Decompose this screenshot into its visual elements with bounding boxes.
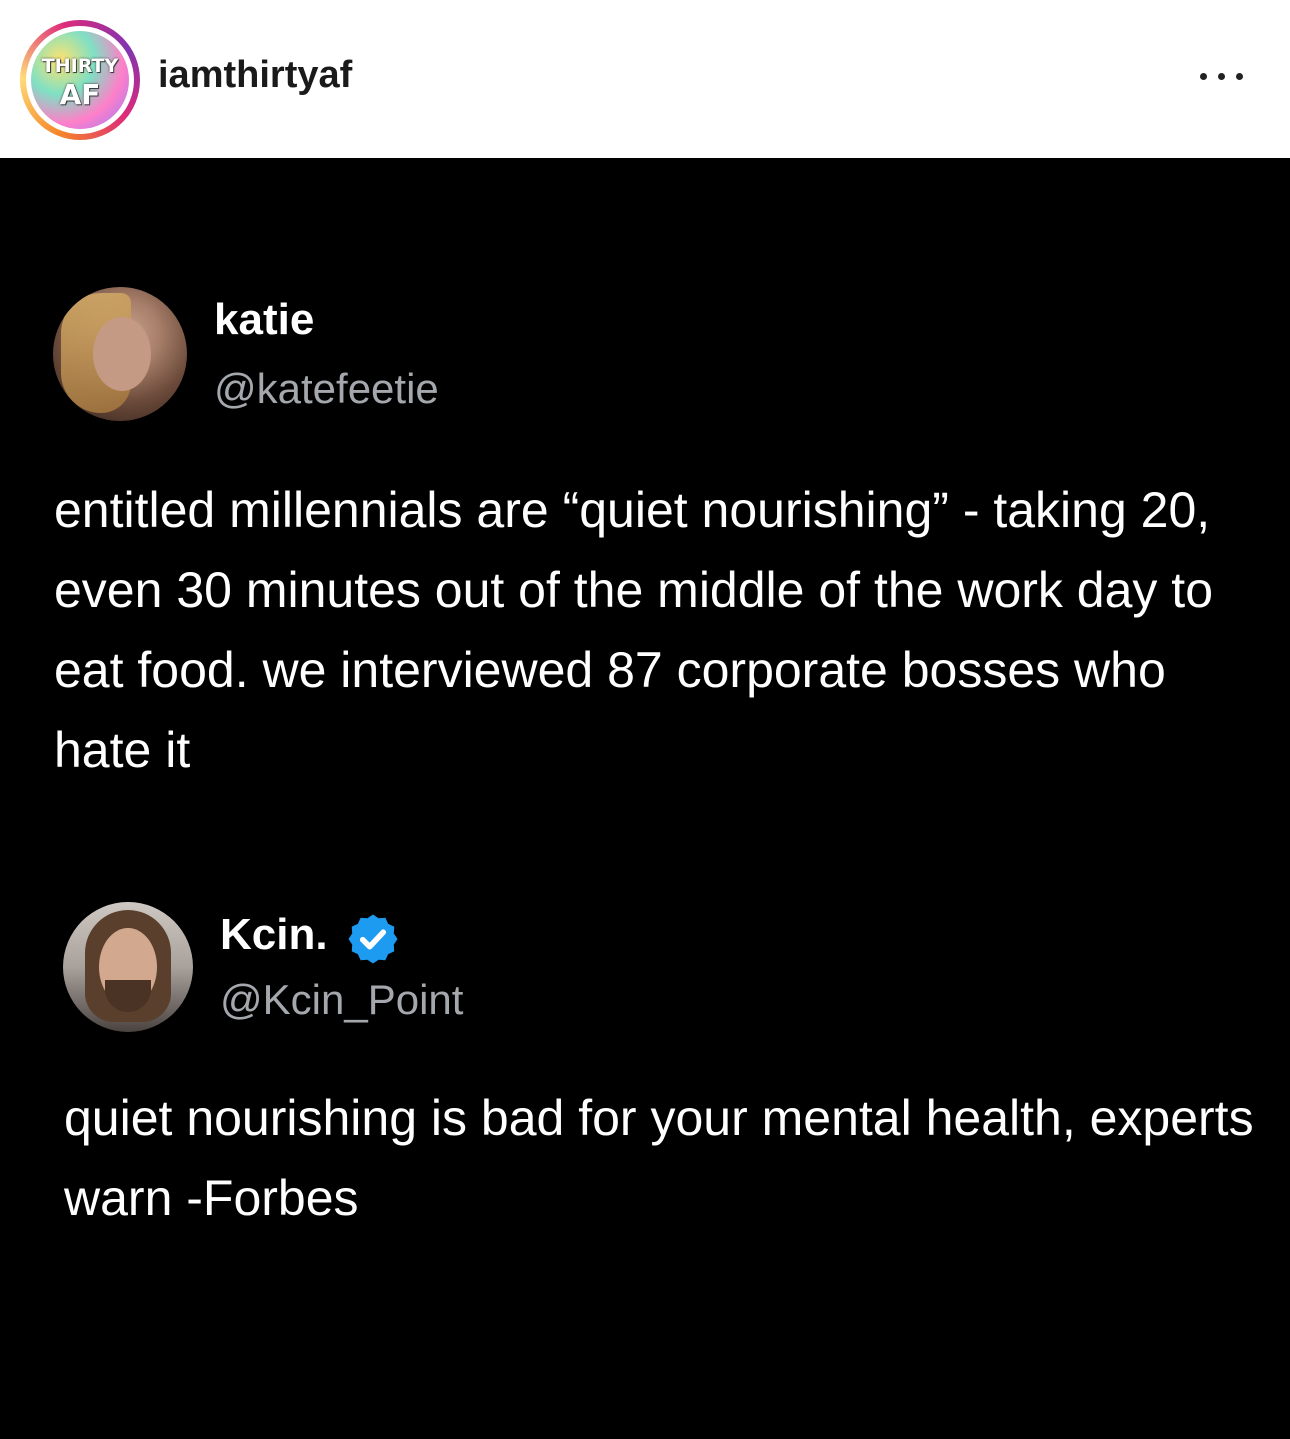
tweet-author-avatar <box>63 902 193 1032</box>
more-options-button[interactable] <box>1196 64 1252 88</box>
avatar-face <box>93 317 151 391</box>
tweet-author-name: Kcin. <box>220 910 328 959</box>
instagram-post: THIRTY AF iamthirtyaf katie @katefeetie … <box>0 0 1290 1439</box>
tweet-text: entitled millennials are “quiet nourishi… <box>54 482 1214 778</box>
post-username[interactable]: iamthirtyaf <box>158 54 352 97</box>
more-horizontal-icon <box>1200 73 1207 80</box>
post-header: THIRTY AF iamthirtyaf <box>0 0 1290 158</box>
more-horizontal-icon-dot <box>1236 73 1243 80</box>
tweet-text: quiet nourishing is bad for your mental … <box>64 1090 1254 1226</box>
tweet-author-handle: @Kcin_Point <box>220 976 464 1023</box>
more-horizontal-icon-dot <box>1218 73 1225 80</box>
verified-badge-icon <box>348 914 398 964</box>
tweet-author-handle: @katefeetie <box>214 365 439 412</box>
avatar-logo-text-top: THIRTY <box>41 55 119 77</box>
profile-avatar[interactable]: THIRTY AF <box>20 20 140 140</box>
tweet-author-avatar <box>53 287 187 421</box>
tweet-author-name: katie <box>214 295 315 344</box>
avatar-logo: THIRTY AF <box>31 31 129 129</box>
avatar-logo-text-bottom: AF <box>59 78 101 111</box>
